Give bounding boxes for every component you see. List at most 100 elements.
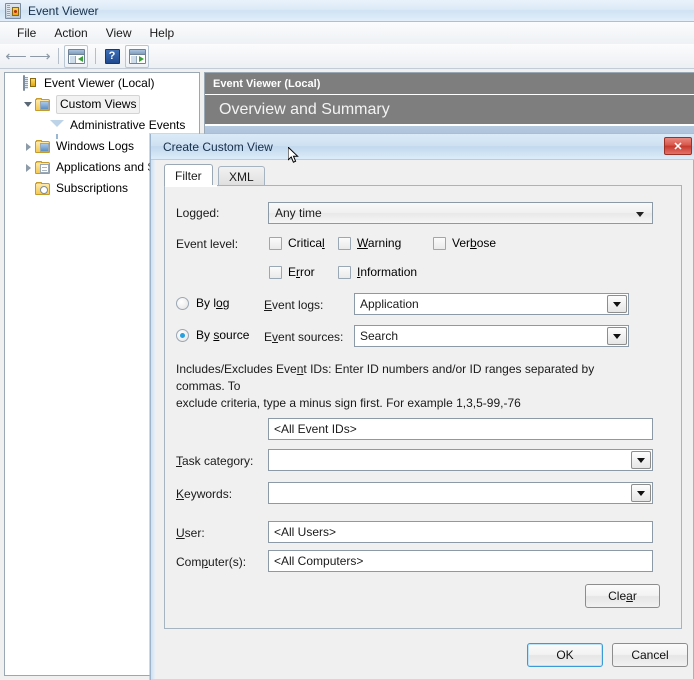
- computers-value: <All Computers>: [274, 554, 364, 568]
- back-icon: ⟵: [5, 47, 27, 65]
- radio-box: [176, 328, 189, 342]
- event-logs-value: Application: [360, 297, 419, 311]
- tree-expander-applications[interactable]: [21, 163, 35, 172]
- mouse-cursor-icon: [288, 147, 299, 163]
- tree-item-custom-views[interactable]: Custom Views: [5, 94, 199, 115]
- user-value: <All Users>: [274, 525, 337, 539]
- help-button[interactable]: ?: [101, 46, 123, 67]
- checkbox-box: [338, 265, 351, 279]
- toolbar-separator: [58, 48, 59, 64]
- tab-xml[interactable]: XML: [218, 166, 265, 186]
- checkbox-label: Critical: [288, 236, 325, 250]
- dialog-title: Create Custom View: [163, 139, 273, 154]
- event-viewer-app: Event Viewer File Action View Help ⟵ ⟶ ?: [0, 0, 694, 680]
- radio-label: By log: [196, 296, 230, 310]
- menu-file[interactable]: File: [8, 24, 45, 42]
- event-ids-input[interactable]: <All Event IDs>: [268, 418, 653, 440]
- keywords-label: Keywords:: [176, 487, 233, 501]
- toolbar-separator-2: [95, 48, 96, 64]
- event-ids-description: Includes/Excludes Event IDs: Enter ID nu…: [176, 361, 646, 412]
- chevron-down-icon[interactable]: [607, 327, 627, 345]
- checkbox-label: Information: [357, 265, 418, 279]
- event-ids-value: <All Event IDs>: [274, 422, 357, 436]
- event-logs-combobox[interactable]: Application: [354, 293, 629, 315]
- tree-item-label: Administrative Events: [70, 118, 186, 132]
- chevron-down-icon[interactable]: [607, 295, 627, 313]
- event-viewer-icon: [23, 75, 39, 91]
- radio-label: By source: [196, 328, 250, 342]
- show-hide-console-tree-button[interactable]: [64, 44, 88, 68]
- clear-button[interactable]: Clear: [585, 584, 660, 608]
- folder-applications-icon: [35, 160, 51, 175]
- show-hide-action-pane-icon: [128, 48, 146, 64]
- close-icon[interactable]: ✕: [664, 137, 692, 155]
- cancel-button[interactable]: Cancel: [612, 643, 688, 667]
- checkbox-warning[interactable]: Warning: [338, 236, 401, 250]
- ok-button[interactable]: OK: [527, 643, 603, 667]
- show-hide-console-tree-icon: [67, 48, 85, 64]
- chevron-down-icon[interactable]: [631, 484, 651, 502]
- tree-item-label: Windows Logs: [56, 139, 135, 153]
- help-icon: ?: [104, 48, 120, 64]
- folder-subscriptions-icon: [35, 181, 51, 196]
- folder-windows-logs-icon: [35, 139, 51, 154]
- menu-help[interactable]: Help: [141, 24, 184, 42]
- event-sources-combobox[interactable]: Search: [354, 325, 629, 347]
- user-input[interactable]: <All Users>: [268, 521, 653, 543]
- checkbox-label: Warning: [357, 236, 402, 250]
- event-level-label: Event level:: [176, 237, 239, 251]
- forward-icon: ⟶: [29, 47, 51, 65]
- tree-expander-windows-logs[interactable]: [21, 142, 35, 151]
- menu-bar: File Action View Help: [0, 22, 694, 44]
- checkbox-critical[interactable]: Critical: [269, 236, 325, 250]
- checkbox-error[interactable]: Error: [269, 265, 315, 279]
- tree-item-label: Event Viewer (Local): [44, 76, 155, 90]
- overview-banner: Overview and Summary: [205, 94, 694, 124]
- radio-box: [176, 296, 189, 310]
- task-category-combobox[interactable]: [268, 449, 653, 471]
- task-category-label: Task category:: [176, 454, 254, 468]
- event-ids-description-line2: exclude criteria, type a minus sign firs…: [176, 396, 521, 410]
- checkbox-box: [269, 265, 282, 279]
- main-window-titlebar: Event Viewer: [0, 0, 694, 22]
- results-pane-header: Event Viewer (Local): [205, 73, 694, 94]
- event-sources-value: Search: [360, 329, 399, 343]
- computers-label: Computer(s):: [176, 555, 247, 569]
- radio-by-log[interactable]: By log: [176, 296, 229, 310]
- overview-title: Overview and Summary: [219, 100, 390, 118]
- checkbox-label: Verbose: [452, 236, 497, 250]
- menu-action[interactable]: Action: [45, 24, 96, 42]
- window-title: Event Viewer: [28, 3, 99, 18]
- tree-item-label: Custom Views: [56, 95, 141, 114]
- checkbox-verbose[interactable]: Verbose: [433, 236, 496, 250]
- tree-item-label: Applications and Se: [56, 160, 163, 174]
- tree-item-event-viewer-local[interactable]: Event Viewer (Local): [5, 73, 199, 94]
- logged-value: Any time: [275, 206, 322, 220]
- tree-expander-custom-views[interactable]: [21, 102, 35, 107]
- checkbox-box: [338, 236, 351, 250]
- logged-combobox[interactable]: Any time: [268, 202, 653, 224]
- clear-button-label: Clear: [608, 589, 637, 603]
- dialog-left-frame: [151, 134, 155, 680]
- tab-filter[interactable]: Filter: [164, 164, 213, 186]
- dialog-titlebar[interactable]: Create Custom View ✕: [151, 134, 694, 163]
- show-hide-action-pane-button[interactable]: [125, 44, 149, 68]
- computers-input[interactable]: <All Computers>: [268, 550, 653, 572]
- forward-button[interactable]: ⟶: [29, 46, 51, 67]
- checkbox-label: Error: [288, 265, 315, 279]
- event-sources-label: Event sources:: [264, 330, 344, 344]
- event-ids-description-line1: Includes/Excludes Event IDs: Enter ID nu…: [176, 362, 595, 393]
- tree-item-administrative-events[interactable]: Administrative Events: [5, 115, 199, 139]
- logged-label: Logged:: [176, 206, 220, 220]
- create-custom-view-dialog: Create Custom View ✕ Filter XML Logged: …: [150, 134, 694, 680]
- back-button[interactable]: ⟵: [5, 46, 27, 67]
- keywords-combobox[interactable]: [268, 482, 653, 504]
- checkbox-information[interactable]: Information: [338, 265, 417, 279]
- folder-custom-views-icon: [35, 97, 51, 112]
- funnel-icon: [49, 118, 65, 139]
- chevron-down-icon: [636, 212, 644, 217]
- tab-active-joint: [165, 185, 217, 187]
- menu-view[interactable]: View: [97, 24, 141, 42]
- radio-by-source[interactable]: By source: [176, 328, 249, 342]
- chevron-down-icon[interactable]: [631, 451, 651, 469]
